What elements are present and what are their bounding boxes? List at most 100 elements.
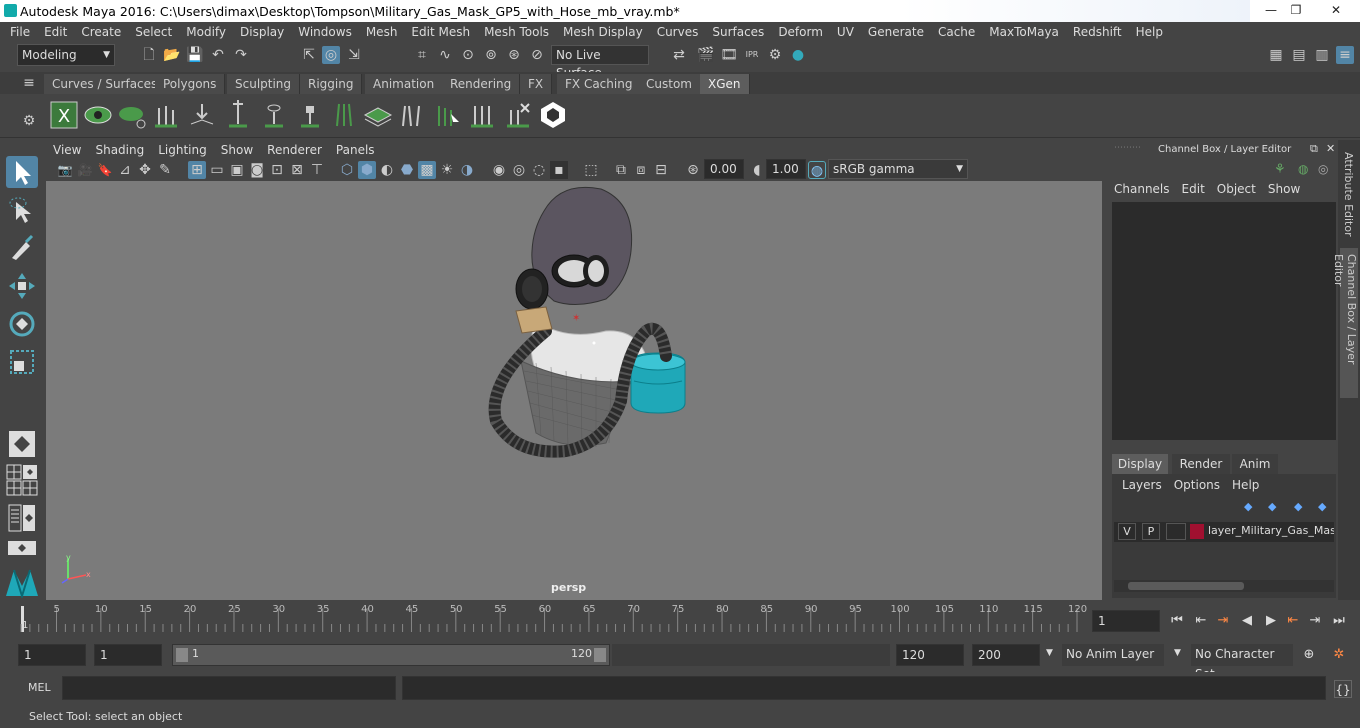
select-hierarchy-icon[interactable]: ⇱ (300, 46, 318, 64)
multisample-aa-icon[interactable]: ◌ (530, 161, 548, 179)
motion-blur-icon[interactable]: ◎ (510, 161, 528, 179)
color-management-icon[interactable]: ◍ (808, 161, 826, 179)
tab-rendering[interactable]: Rendering (442, 74, 521, 94)
mode-dropdown[interactable]: Modeling ▼ (17, 44, 115, 66)
lasso-tool-icon[interactable] (6, 194, 38, 226)
scale-tool-icon[interactable] (6, 346, 38, 378)
layer-tab-anim[interactable]: Anim (1232, 454, 1278, 474)
xray-active-icon[interactable]: ⧈ (632, 161, 650, 179)
colorspace-dropdown[interactable]: sRGB gamma ▼ (828, 159, 968, 179)
wireframe-on-shaded-icon[interactable]: ⬣ (398, 161, 416, 179)
default-material-icon[interactable]: ◐ (378, 161, 396, 179)
menu-generate[interactable]: Generate (861, 25, 931, 39)
render-settings-icon[interactable]: ⚙ (766, 46, 784, 64)
rotate-tool-icon[interactable] (6, 308, 38, 340)
render-frame-icon[interactable]: 🎞 (720, 46, 738, 64)
gamma-field[interactable]: 1.00 (766, 159, 806, 179)
float-panel-icon[interactable]: ⧉ (1310, 142, 1318, 156)
vp-menu-panels[interactable]: Panels (329, 143, 382, 157)
xgen-hex-logo-icon[interactable] (538, 100, 568, 130)
script-language-label[interactable]: MEL (28, 681, 51, 694)
graph-layout-icon[interactable] (22, 480, 38, 496)
move-tool-icon[interactable] (6, 270, 38, 302)
snap-curve-icon[interactable]: ∿ (436, 46, 454, 64)
isolate-select-icon[interactable]: ⬚ (582, 161, 600, 179)
persp-outliner-layout-icon[interactable] (22, 464, 38, 480)
cb-menu-edit[interactable]: Edit (1176, 182, 1211, 200)
guide-visibility-icon[interactable] (259, 100, 289, 130)
input-output-icon[interactable]: ⇄ (670, 46, 688, 64)
snap-grid-icon[interactable]: ⌗ (413, 46, 431, 64)
guide-grow-icon[interactable] (467, 100, 497, 130)
new-layer-icon[interactable]: ◆ (1294, 500, 1302, 513)
stacked-layout-icon[interactable] (6, 540, 38, 556)
layer-scrollbar[interactable] (1114, 580, 1334, 592)
layer-tab-render[interactable]: Render (1172, 454, 1230, 474)
chevron-down-icon[interactable]: ▼ (1046, 648, 1053, 658)
perspective-viewport[interactable]: ✶ y x persp (46, 181, 1102, 600)
playback-prefs-icon[interactable]: ✲ (1330, 646, 1348, 664)
leaf-disable-icon[interactable] (117, 100, 147, 130)
shelf-settings-icon[interactable]: ⚙ (20, 112, 38, 130)
layout-toggle-icon[interactable] (22, 504, 36, 532)
layer-display-type-toggle[interactable] (1166, 523, 1186, 540)
safe-title-icon[interactable]: ⊤ (308, 161, 326, 179)
guide-sculpt-icon[interactable] (397, 100, 427, 130)
layer-menu-help[interactable]: Help (1226, 478, 1265, 492)
image-plane-icon[interactable]: ⊿ (116, 161, 134, 179)
menu-create[interactable]: Create (74, 25, 128, 39)
vp-menu-shading[interactable]: Shading (88, 143, 151, 157)
guide-lock-icon[interactable] (295, 100, 325, 130)
safe-action-icon[interactable]: ⊠ (288, 161, 306, 179)
menu-mesh-tools[interactable]: Mesh Tools (477, 25, 556, 39)
menu-cache[interactable]: Cache (931, 25, 982, 39)
menu-surfaces[interactable]: Surfaces (705, 25, 771, 39)
menu-display[interactable]: Display (233, 25, 291, 39)
tab-fx-caching[interactable]: FX Caching (557, 74, 642, 94)
tab-sculpting[interactable]: Sculpting (227, 74, 301, 94)
layer-color-swatch[interactable] (1190, 524, 1204, 539)
field-chart-icon[interactable]: ⊡ (268, 161, 286, 179)
single-pane-layout-icon[interactable] (6, 428, 38, 460)
tab-xgen[interactable]: XGen (700, 74, 750, 94)
end-time-field[interactable]: 200 (972, 644, 1040, 666)
save-scene-icon[interactable]: 💾 (186, 46, 204, 64)
xray-icon[interactable]: ⧉ (612, 161, 630, 179)
2d-pan-zoom-icon[interactable]: ✥ (136, 161, 154, 179)
guide-plus-icon[interactable] (223, 100, 253, 130)
smooth-shade-icon[interactable]: ⬢ (358, 161, 376, 179)
menu-mesh[interactable]: Mesh (359, 25, 405, 39)
new-scene-icon[interactable]: 🗋 (140, 46, 158, 64)
close-button[interactable]: ✕ (1313, 0, 1359, 20)
move-layer-up-icon[interactable]: ◆ (1244, 500, 1252, 513)
gate-mask-icon[interactable]: ◙ (248, 161, 266, 179)
xgen-editor-icon[interactable]: X (49, 100, 79, 130)
command-input[interactable] (62, 676, 396, 700)
layer-row[interactable]: V P layer_Military_Gas_Mask (1114, 522, 1334, 542)
live-surface-field[interactable]: No Live Surface (551, 45, 649, 80)
menu-file[interactable]: File (0, 25, 37, 39)
restore-button[interactable]: ❐ (1278, 0, 1314, 20)
menu-uv[interactable]: UV (830, 25, 861, 39)
attribute-editor-side-tab[interactable]: Attribute Editor (1342, 152, 1355, 242)
menu-edit-mesh[interactable]: Edit Mesh (404, 25, 477, 39)
guide-comb-icon[interactable] (329, 100, 359, 130)
move-layer-down-icon[interactable]: ◆ (1268, 500, 1276, 513)
cb-menu-channels[interactable]: Channels (1106, 182, 1176, 200)
menu-curves[interactable]: Curves (650, 25, 706, 39)
use-all-lights-icon[interactable]: ☀ (438, 161, 456, 179)
cb-menu-show[interactable]: Show (1262, 182, 1306, 200)
tab-animation[interactable]: Animation (365, 74, 444, 94)
channel-box-side-tab[interactable]: Channel Box / Layer Editor (1332, 248, 1358, 398)
step-back-key-icon[interactable]: ⇤ (1192, 612, 1210, 630)
play-backward-icon[interactable]: ◀ (1238, 612, 1256, 630)
guide-add-icon[interactable] (151, 100, 181, 130)
tool-settings-toggle-icon[interactable]: ▥ (1313, 46, 1331, 64)
layer-tab-display[interactable]: Display (1112, 454, 1168, 474)
guide-delete-icon[interactable] (503, 100, 533, 130)
go-to-start-icon[interactable]: ⏮ (1168, 612, 1186, 630)
xray-joints-icon[interactable]: ⊟ (652, 161, 670, 179)
current-frame-field[interactable]: 1 (1092, 610, 1160, 632)
playback-end-field[interactable]: 120 (896, 644, 964, 666)
layer-playback-toggle[interactable]: P (1142, 523, 1160, 540)
